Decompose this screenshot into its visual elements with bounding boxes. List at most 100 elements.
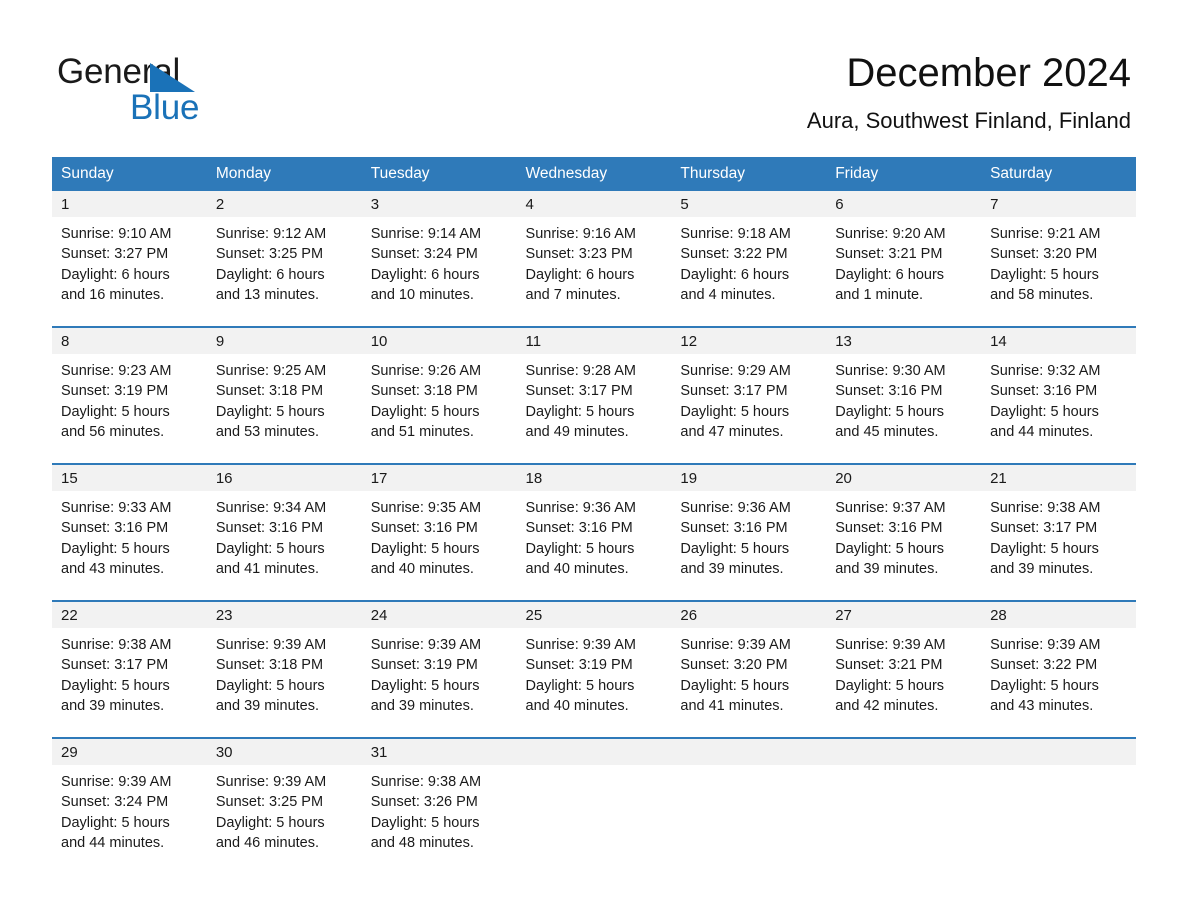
sunrise-text: Sunrise: 9:34 AM [215,500,327,516]
sunrise-text: Sunrise: 9:14 AM [370,226,482,242]
page-title: December 2024 [846,51,1131,95]
daylight-text-line1: Daylight: 5 hours [525,403,635,420]
sunrise-text: Sunrise: 9:39 AM [525,637,636,653]
day-number [981,739,1136,765]
sunset-text: Sunset: 3:17 PM [990,520,1098,537]
daylight-text-line2: and 40 minutes. [370,560,474,577]
day-cell[interactable]: 30 Sunrise: 9:39 AM Sunset: 3:25 PM Dayligh… [206,737,362,874]
day-number [671,739,827,765]
daylight-text-line2: and 16 minutes. [61,286,165,303]
day-cell[interactable]: 27 Sunrise: 9:39 AM Sunset: 3:21 PM Dayligh… [826,600,982,738]
calendar-body: 1 Sunrise: 9:10 AM Sunset: 3:27 PM Daylight… [52,191,1136,874]
day-cell[interactable]: 3 Sunrise: 9:14 AM Sunset: 3:24 PM Daylight… [361,191,517,327]
day-number: 1 [52,191,207,217]
daylight-text-line2: and 51 minutes. [370,423,474,440]
week-row: 22 Sunrise: 9:38 AM Sunset: 3:17 PM Dayligh… [52,600,1136,738]
day-cell-empty [981,737,1136,874]
day-cell[interactable]: 1 Sunrise: 9:10 AM Sunset: 3:27 PM Daylight… [52,191,207,327]
daylight-text-line1: Daylight: 5 hours [835,540,945,557]
day-cell[interactable]: 21 Sunrise: 9:38 AM Sunset: 3:17 PM Dayligh… [981,463,1136,601]
day-cell[interactable]: 28 Sunrise: 9:39 AM Sunset: 3:22 PM Dayligh… [981,600,1136,738]
sunrise-text: Sunrise: 9:39 AM [680,637,791,653]
week-row: 29 Sunrise: 9:39 AM Sunset: 3:24 PM Dayligh… [52,737,1136,874]
day-cell[interactable]: 8 Sunrise: 9:23 AM Sunset: 3:19 PM Daylight… [52,326,207,464]
sunset-text: Sunset: 3:16 PM [370,520,478,537]
sunrise-text: Sunrise: 9:39 AM [990,637,1101,653]
daylight-text-line1: Daylight: 5 hours [370,540,480,557]
day-cell[interactable]: 5 Sunrise: 9:18 AM Sunset: 3:22 PM Daylight… [671,191,827,327]
day-cell[interactable]: 22 Sunrise: 9:38 AM Sunset: 3:17 PM Dayligh… [52,600,207,738]
daylight-text-line1: Daylight: 5 hours [680,540,790,557]
generalblue-logo[interactable]: General Blue [57,52,317,132]
daylight-text-line1: Daylight: 5 hours [215,540,325,557]
day-number: 29 [52,739,207,765]
daylight-text-line1: Daylight: 5 hours [990,677,1099,694]
day-cell[interactable]: 18 Sunrise: 9:36 AM Sunset: 3:16 PM Dayligh… [516,463,672,601]
day-number: 28 [981,602,1136,628]
daylight-text-line1: Daylight: 5 hours [61,540,170,557]
page-header: General Blue December 2024 Aura, Southwe… [0,0,1188,152]
daylight-text-line2: and 58 minutes. [990,286,1094,303]
day-number: 20 [826,465,982,491]
sunrise-text: Sunrise: 9:32 AM [990,363,1101,379]
sunrise-text: Sunrise: 9:12 AM [215,226,327,242]
daylight-text-line1: Daylight: 5 hours [61,677,170,694]
sunset-text: Sunset: 3:21 PM [835,657,943,674]
day-cell[interactable]: 10 Sunrise: 9:26 AM Sunset: 3:18 PM Dayligh… [361,326,517,464]
daylight-text-line1: Daylight: 5 hours [525,540,635,557]
daylight-text-line2: and 45 minutes. [835,423,939,440]
weekday-header-monday: Monday [206,157,362,191]
sunset-text: Sunset: 3:17 PM [61,657,169,674]
title-block: December 2024 Aura, Southwest Finland, F… [807,48,1131,136]
day-cell[interactable]: 13 Sunrise: 9:30 AM Sunset: 3:16 PM Dayligh… [826,326,982,464]
day-cell[interactable]: 4 Sunrise: 9:16 AM Sunset: 3:23 PM Daylight… [516,191,672,327]
daylight-text-line1: Daylight: 6 hours [835,266,945,283]
day-cell[interactable]: 11 Sunrise: 9:28 AM Sunset: 3:17 PM Dayligh… [516,326,672,464]
day-number: 11 [516,328,672,354]
daylight-text-line1: Daylight: 5 hours [680,403,790,420]
day-cell[interactable]: 17 Sunrise: 9:35 AM Sunset: 3:16 PM Dayligh… [361,463,517,601]
day-number: 2 [206,191,362,217]
day-cell[interactable]: 9 Sunrise: 9:25 AM Sunset: 3:18 PM Daylight… [206,326,362,464]
daylight-text-line1: Daylight: 6 hours [215,266,325,283]
day-cell[interactable]: 25 Sunrise: 9:39 AM Sunset: 3:19 PM Dayligh… [516,600,672,738]
day-cell[interactable]: 15 Sunrise: 9:33 AM Sunset: 3:16 PM Dayligh… [52,463,207,601]
day-cell[interactable]: 20 Sunrise: 9:37 AM Sunset: 3:16 PM Dayligh… [826,463,982,601]
sunrise-text: Sunrise: 9:39 AM [370,637,482,653]
day-number: 7 [981,191,1136,217]
sunset-text: Sunset: 3:22 PM [990,657,1098,674]
day-cell-empty [826,737,982,874]
day-number: 22 [52,602,207,628]
daylight-text-line2: and 56 minutes. [61,423,165,440]
day-cell[interactable]: 12 Sunrise: 9:29 AM Sunset: 3:17 PM Dayligh… [671,326,827,464]
daylight-text-line1: Daylight: 5 hours [370,677,480,694]
day-cell[interactable]: 7 Sunrise: 9:21 AM Sunset: 3:20 PM Daylight… [981,191,1136,327]
sunrise-text: Sunrise: 9:18 AM [680,226,791,242]
day-cell[interactable]: 29 Sunrise: 9:39 AM Sunset: 3:24 PM Dayligh… [52,737,207,874]
sunrise-text: Sunrise: 9:39 AM [835,637,946,653]
day-cell[interactable]: 19 Sunrise: 9:36 AM Sunset: 3:16 PM Dayligh… [671,463,827,601]
day-cell[interactable]: 2 Sunrise: 9:12 AM Sunset: 3:25 PM Daylight… [206,191,362,327]
sunrise-text: Sunrise: 9:37 AM [835,500,946,516]
daylight-text-line1: Daylight: 5 hours [990,403,1099,420]
day-cell[interactable]: 24 Sunrise: 9:39 AM Sunset: 3:19 PM Dayligh… [361,600,517,738]
day-cell[interactable]: 14 Sunrise: 9:32 AM Sunset: 3:16 PM Dayligh… [981,326,1136,464]
calendar-header-row: Sunday Monday Tuesday Wednesday Thursday… [52,157,1136,191]
weekday-header-tuesday: Tuesday [361,157,517,191]
location-subtitle: Aura, Southwest Finland, Finland [806,108,1131,133]
sunset-text: Sunset: 3:25 PM [215,246,324,263]
day-cell[interactable]: 23 Sunrise: 9:39 AM Sunset: 3:18 PM Dayligh… [206,600,362,738]
day-number: 3 [361,191,517,217]
daylight-text-line2: and 39 minutes. [835,560,939,577]
sunset-text: Sunset: 3:25 PM [215,794,324,811]
day-cell[interactable]: 31 Sunrise: 9:38 AM Sunset: 3:26 PM Dayligh… [361,737,517,874]
day-number: 26 [671,602,827,628]
sunset-text: Sunset: 3:24 PM [370,246,478,263]
day-cell[interactable]: 26 Sunrise: 9:39 AM Sunset: 3:20 PM Dayligh… [671,600,827,738]
daylight-text-line1: Daylight: 6 hours [370,266,480,283]
sunset-text: Sunset: 3:19 PM [370,657,478,674]
daylight-text-line2: and 10 minutes. [370,286,474,303]
sunrise-sunset-calendar: Sunday Monday Tuesday Wednesday Thursday… [52,157,1136,874]
day-cell[interactable]: 6 Sunrise: 9:20 AM Sunset: 3:21 PM Daylight… [826,191,982,327]
day-cell[interactable]: 16 Sunrise: 9:34 AM Sunset: 3:16 PM Dayligh… [206,463,362,601]
